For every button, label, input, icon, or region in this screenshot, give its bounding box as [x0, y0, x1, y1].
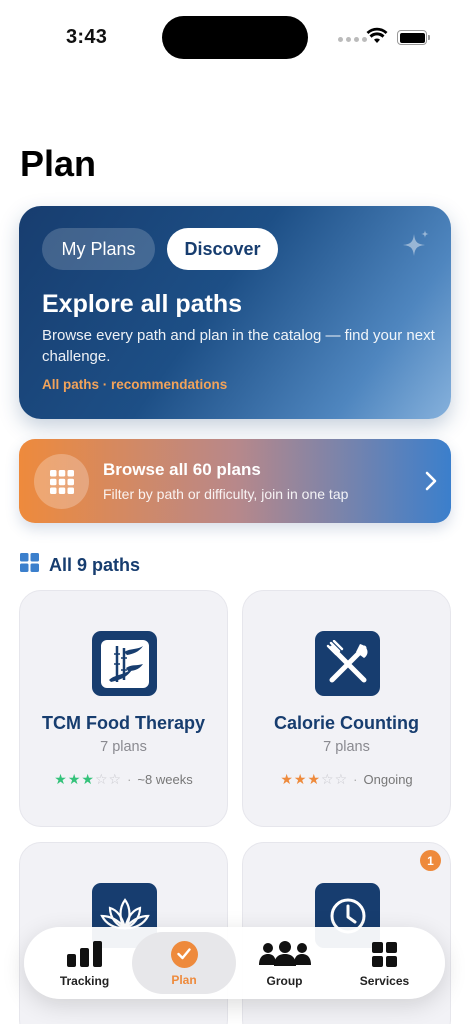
- tab-label: Plan: [171, 973, 197, 987]
- grid-icon: [34, 454, 89, 509]
- my-plans-tab[interactable]: My Plans: [42, 228, 155, 270]
- tab-label: Group: [266, 974, 303, 988]
- paths-section-header: All 9 paths: [20, 553, 140, 577]
- star-empty-icon: ☆: [94, 771, 108, 787]
- separator: ·: [127, 772, 132, 787]
- separator: ·: [353, 772, 358, 787]
- grid-section-icon: [20, 553, 39, 577]
- path-plan-count: 7 plans: [323, 739, 370, 755]
- path-card-tcm-food-therapy[interactable]: TCM Food Therapy 7 plans ★ ★ ★ ☆ ☆ · ~8 week…: [19, 590, 228, 827]
- hero-title: Explore all paths: [42, 290, 243, 318]
- star-filled-icon: ★: [280, 771, 293, 787]
- paths-section-title: All 9 paths: [49, 554, 141, 575]
- dynamic-island: [162, 16, 308, 59]
- path-card-calorie-counting[interactable]: Calorie Counting 7 plans ★ ★ ★ ☆ ☆ · Ongoing: [242, 590, 451, 827]
- star-filled-icon: ★: [307, 771, 321, 787]
- sparkle-icon: [401, 228, 431, 265]
- grid-services-icon: [372, 940, 397, 968]
- star-filled-icon: ★: [81, 771, 94, 787]
- discover-tab[interactable]: Discover: [167, 228, 278, 270]
- recommendations-link[interactable]: All paths · recommendations: [42, 377, 227, 392]
- page-title: Plan: [20, 143, 97, 184]
- path-duration: Ongoing: [363, 772, 413, 787]
- path-meta: ★ ★ ★ ☆ ☆ · ~8 weeks: [20, 771, 227, 788]
- star-empty-icon: ☆: [108, 771, 122, 787]
- path-duration: ~8 weeks: [137, 772, 193, 787]
- path-meta: ★ ★ ★ ☆ ☆ · Ongoing: [243, 771, 450, 788]
- wifi-icon: [366, 27, 388, 49]
- notification-badge: 1: [420, 850, 441, 871]
- discover-hero-card: My Plans Discover Explore all paths Brow…: [19, 206, 451, 419]
- browse-title: Browse all 60 plans: [103, 460, 261, 479]
- tab-plan[interactable]: Plan: [132, 932, 236, 994]
- bar-chart-icon: [66, 940, 103, 968]
- star-filled-icon: ★: [54, 771, 67, 787]
- tab-label: Tracking: [59, 974, 110, 988]
- browse-all-plans-button[interactable]: Browse all 60 plans Filter by path or di…: [19, 439, 451, 523]
- tab-services[interactable]: Services: [332, 927, 437, 999]
- star-empty-icon: ☆: [334, 771, 348, 787]
- people-icon: [258, 940, 311, 968]
- tab-group[interactable]: Group: [232, 927, 337, 999]
- browse-subtitle: Filter by path or difficulty, join in on…: [103, 486, 349, 502]
- star-filled-icon: ★: [293, 771, 307, 787]
- checkmark-circle-icon: [170, 940, 198, 968]
- difficulty-rating: ★ ★ ★ ☆ ☆: [280, 771, 347, 788]
- tab-label: Services: [359, 974, 410, 988]
- fork-knife-icon: [315, 631, 380, 696]
- star-empty-icon: ☆: [321, 771, 334, 787]
- chevron-right-icon: [425, 471, 437, 496]
- status-time: 3:43: [66, 26, 108, 48]
- signal-icon: [338, 37, 367, 42]
- star-filled-icon: ★: [67, 771, 81, 787]
- bamboo-icon: [92, 631, 157, 696]
- path-title: TCM Food Therapy: [42, 713, 205, 733]
- path-title: Calorie Counting: [274, 713, 419, 733]
- difficulty-rating: ★ ★ ★ ☆ ☆: [54, 771, 121, 788]
- status-bar: 3:43: [0, 0, 470, 76]
- hero-description: Browse every path and plan in the catalo…: [42, 327, 435, 365]
- tab-tracking[interactable]: Tracking: [32, 927, 137, 999]
- path-plan-count: 7 plans: [100, 739, 147, 755]
- battery-icon: [397, 30, 430, 45]
- bottom-tab-bar: Tracking Plan Group Services: [24, 927, 445, 999]
